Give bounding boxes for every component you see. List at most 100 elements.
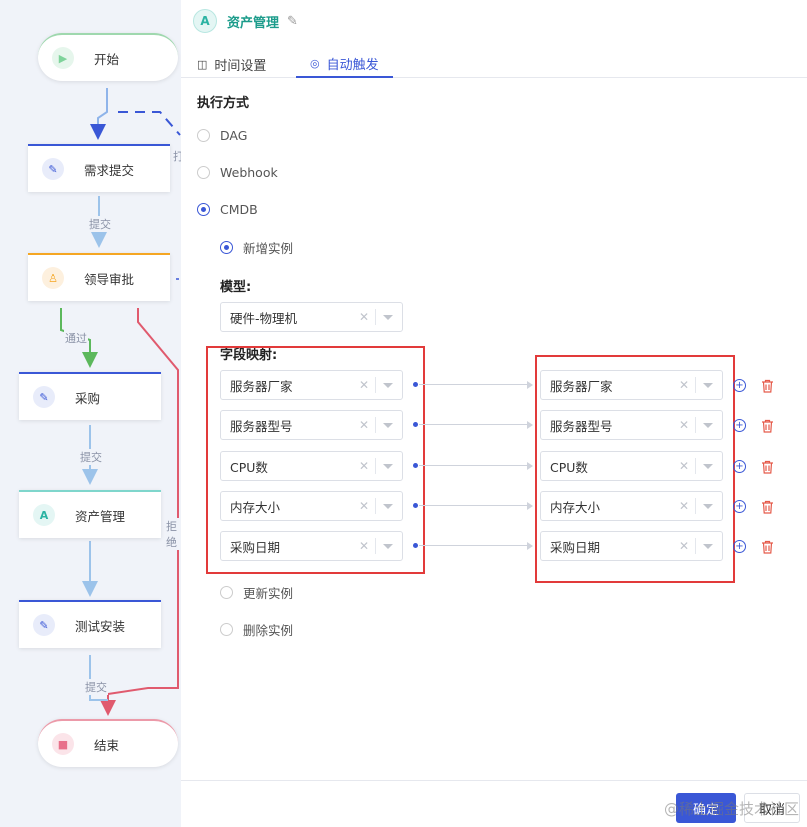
chevron-down-icon[interactable] <box>383 422 393 428</box>
select-divider <box>695 417 696 433</box>
flow-node-request[interactable]: ✎ 需求提交 <box>28 144 170 192</box>
chevron-down-icon[interactable] <box>703 422 713 428</box>
select-value: 硬件-物理机 <box>230 310 298 326</box>
arrow-right-icon <box>527 462 533 470</box>
add-row-icon[interactable]: + <box>733 379 746 392</box>
select-value: CPU数 <box>550 459 588 475</box>
add-row-icon[interactable]: + <box>733 540 746 553</box>
trash-icon[interactable] <box>761 379 774 393</box>
flow-node-label: 资产管理 <box>75 508 126 524</box>
clear-icon[interactable]: ✕ <box>356 459 372 473</box>
source-field-select[interactable]: 采购日期 ✕ <box>220 531 403 561</box>
select-value: 服务器型号 <box>230 418 293 434</box>
select-divider <box>695 538 696 554</box>
select-value: CPU数 <box>230 459 268 475</box>
clear-icon[interactable]: ✕ <box>676 378 692 392</box>
edge-label-pass: 通过 <box>64 330 88 346</box>
select-divider <box>375 458 376 474</box>
asset-icon: A <box>193 9 217 33</box>
radio-label: 删除实例 <box>243 623 294 638</box>
chevron-down-icon[interactable] <box>703 463 713 469</box>
tab-auto-trigger[interactable]: ◎ 自动触发 <box>296 50 393 78</box>
radio-dot <box>197 166 210 179</box>
radio-cmdb[interactable]: CMDB <box>197 202 258 217</box>
add-row-icon[interactable]: + <box>733 419 746 432</box>
radio-webhook[interactable]: Webhook <box>197 165 278 180</box>
source-field-select[interactable]: 服务器厂家 ✕ <box>220 370 403 400</box>
target-field-select[interactable]: 采购日期 ✕ <box>540 531 723 561</box>
chevron-down-icon[interactable] <box>703 543 713 549</box>
chevron-down-icon[interactable] <box>383 314 393 320</box>
asset-icon: A <box>33 504 55 526</box>
source-field-select[interactable]: 内存大小 ✕ <box>220 491 403 521</box>
add-row-icon[interactable]: + <box>733 460 746 473</box>
flow-node-purchase[interactable]: ✎ 采购 <box>19 372 161 420</box>
trash-icon[interactable] <box>761 460 774 474</box>
select-value: 服务器厂家 <box>550 378 613 394</box>
radio-label: 更新实例 <box>243 586 294 601</box>
source-field-select[interactable]: 服务器型号 ✕ <box>220 410 403 440</box>
edge-label-partial: 打 <box>172 148 181 164</box>
connector-line <box>419 505 529 506</box>
radio-label: DAG <box>220 128 248 143</box>
radio-dag[interactable]: DAG <box>197 128 247 143</box>
select-divider <box>375 498 376 514</box>
radio-add-instance[interactable]: 新增实例 <box>220 238 293 257</box>
select-divider <box>375 377 376 393</box>
trash-icon[interactable] <box>761 419 774 433</box>
flow-node-start[interactable]: ▶ 开始 <box>38 33 178 81</box>
clear-icon[interactable]: ✕ <box>676 418 692 432</box>
chevron-down-icon[interactable] <box>383 463 393 469</box>
target-field-select[interactable]: 服务器型号 ✕ <box>540 410 723 440</box>
tab-time-settings[interactable]: ◫ 时间设置 <box>183 50 280 78</box>
tab-label: 自动触发 <box>326 57 379 73</box>
play-icon: ▶ <box>52 47 74 69</box>
panel-header: A 资产管理 ✎ <box>193 9 298 33</box>
clear-icon[interactable]: ✕ <box>356 418 372 432</box>
chevron-down-icon[interactable] <box>383 382 393 388</box>
tab-bar: ◫ 时间设置 ◎ 自动触发 <box>181 50 807 78</box>
pen-icon: ✎ <box>33 614 55 636</box>
clear-icon[interactable]: ✕ <box>356 539 372 553</box>
trash-icon[interactable] <box>761 540 774 554</box>
model-select[interactable]: 硬件-物理机 ✕ <box>220 302 403 332</box>
flow-node-end[interactable]: ■ 结束 <box>38 719 178 767</box>
arrow-right-icon <box>527 421 533 429</box>
stamp-icon: ♙ <box>42 267 64 289</box>
edit-icon[interactable]: ✎ <box>287 14 298 29</box>
radio-delete-instance[interactable]: 删除实例 <box>220 620 293 639</box>
clear-icon[interactable]: ✕ <box>356 310 372 324</box>
clear-icon[interactable]: ✕ <box>676 459 692 473</box>
chevron-down-icon[interactable] <box>383 503 393 509</box>
source-field-select[interactable]: CPU数 ✕ <box>220 451 403 481</box>
edge-label-submit: 提交 <box>79 449 103 465</box>
connector-dot <box>413 543 418 548</box>
clear-icon[interactable]: ✕ <box>356 499 372 513</box>
target-field-select[interactable]: 服务器厂家 ✕ <box>540 370 723 400</box>
flow-node-approve[interactable]: ♙ 领导审批 <box>28 253 170 301</box>
add-row-icon[interactable]: + <box>733 500 746 513</box>
target-field-select[interactable]: CPU数 ✕ <box>540 451 723 481</box>
flow-node-label: 需求提交 <box>84 162 135 178</box>
flow-canvas[interactable]: 提交 通过 提交 拒绝 提交 打 ▶ 开始 ✎ 需求提交 ♙ 领导审批 ✎ 采购… <box>0 0 181 827</box>
radio-update-instance[interactable]: 更新实例 <box>220 583 293 602</box>
exec-section-title: 执行方式 <box>197 96 250 111</box>
clear-icon[interactable]: ✕ <box>676 499 692 513</box>
chevron-down-icon[interactable] <box>703 503 713 509</box>
select-divider <box>695 458 696 474</box>
chevron-down-icon[interactable] <box>703 382 713 388</box>
chevron-down-icon[interactable] <box>383 543 393 549</box>
trash-icon[interactable] <box>761 500 774 514</box>
connector-line <box>419 465 529 466</box>
clear-icon[interactable]: ✕ <box>676 539 692 553</box>
select-divider <box>695 377 696 393</box>
flow-node-install[interactable]: ✎ 测试安装 <box>19 600 161 648</box>
radio-dot <box>197 203 210 216</box>
flow-node-asset[interactable]: A 资产管理 <box>19 490 161 538</box>
select-divider <box>695 498 696 514</box>
edge-label-submit: 提交 <box>84 679 108 695</box>
arrow-right-icon <box>527 381 533 389</box>
select-value: 采购日期 <box>230 539 281 555</box>
target-field-select[interactable]: 内存大小 ✕ <box>540 491 723 521</box>
clear-icon[interactable]: ✕ <box>356 378 372 392</box>
